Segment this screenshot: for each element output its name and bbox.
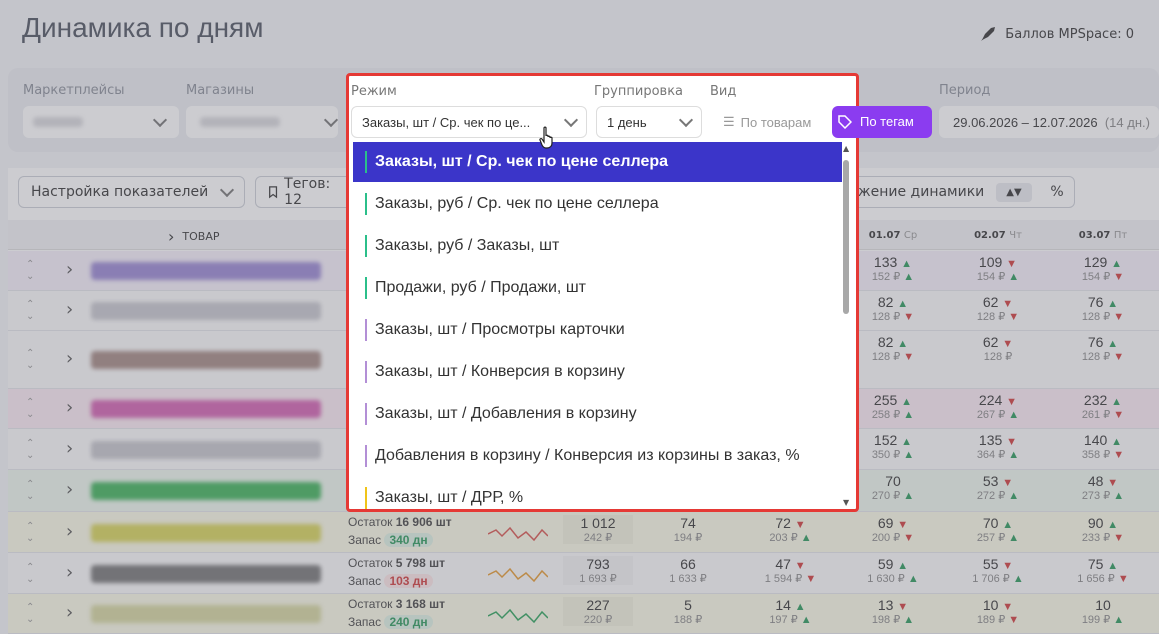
option-color-bar	[365, 277, 367, 299]
view-label: Вид	[710, 84, 737, 99]
option-color-bar	[365, 151, 367, 173]
mode-option[interactable]: Продажи, руб / Продажи, шт	[353, 268, 842, 308]
option-label: Заказы, шт / Конверсия в корзину	[375, 363, 625, 380]
list-icon: ☰	[723, 114, 735, 129]
mode-option[interactable]: Добавления в корзину / Конверсия из корз…	[353, 436, 842, 476]
option-label: Заказы, шт / Просмотры карточки	[375, 321, 625, 338]
mode-value: Заказы, шт / Ср. чек по це...	[362, 114, 531, 130]
view-tags-label: По тегам	[860, 114, 914, 129]
mode-option[interactable]: Заказы, шт / Добавления в корзину	[353, 394, 842, 434]
mode-label: Режим	[351, 84, 397, 99]
mode-option[interactable]: Заказы, руб / Заказы, шт	[353, 226, 842, 266]
option-label: Добавления в корзину / Конверсия из корз…	[375, 447, 800, 464]
option-color-bar	[365, 361, 367, 383]
option-color-bar	[365, 487, 367, 509]
mode-options-list: Заказы, шт / Ср. чек по цене селлера Зака…	[351, 142, 854, 509]
option-label: Заказы, руб / Ср. чек по цене селлера	[375, 195, 659, 212]
scroll-up-icon[interactable]: ▲	[843, 144, 849, 153]
mode-option[interactable]: Заказы, шт / Конверсия в корзину	[353, 352, 842, 392]
mode-option[interactable]: Заказы, шт / Ср. чек по цене селлера	[353, 142, 842, 182]
group-select[interactable]: 1 день	[596, 106, 702, 138]
view-tags-button[interactable]: По тегам	[832, 106, 932, 138]
mode-option[interactable]: Заказы, шт / Просмотры карточки	[353, 310, 842, 350]
group-value: 1 день	[607, 114, 647, 130]
option-color-bar	[365, 403, 367, 425]
option-label: Заказы, шт / Добавления в корзину	[375, 405, 637, 422]
option-label: Продажи, руб / Продажи, шт	[375, 279, 586, 296]
tag-icon	[838, 115, 852, 129]
mode-dropdown-panel: Режим Заказы, шт / Ср. чек по це... Груп…	[346, 73, 932, 512]
chevron-down-icon	[678, 112, 694, 127]
scrollbar-thumb[interactable]	[843, 160, 849, 314]
view-products-button[interactable]: ☰ По товарам	[711, 106, 829, 138]
mode-option[interactable]: Заказы, руб / Ср. чек по цене селлера	[353, 184, 842, 224]
option-color-bar	[365, 319, 367, 341]
chevron-down-icon	[563, 112, 579, 127]
scroll-down-icon[interactable]: ▼	[843, 498, 849, 507]
group-label: Группировка	[594, 84, 684, 99]
option-color-bar	[365, 235, 367, 257]
scrollbar[interactable]: ▲ ▼	[840, 142, 852, 509]
option-label: Заказы, шт / ДРР, %	[375, 489, 524, 506]
option-label: Заказы, шт / Ср. чек по цене селлера	[375, 153, 669, 170]
option-color-bar	[365, 193, 367, 215]
option-color-bar	[365, 445, 367, 467]
hand-cursor-icon	[539, 126, 553, 149]
option-label: Заказы, руб / Заказы, шт	[375, 237, 560, 254]
mode-option[interactable]: Заказы, шт / ДРР, %	[353, 478, 842, 509]
